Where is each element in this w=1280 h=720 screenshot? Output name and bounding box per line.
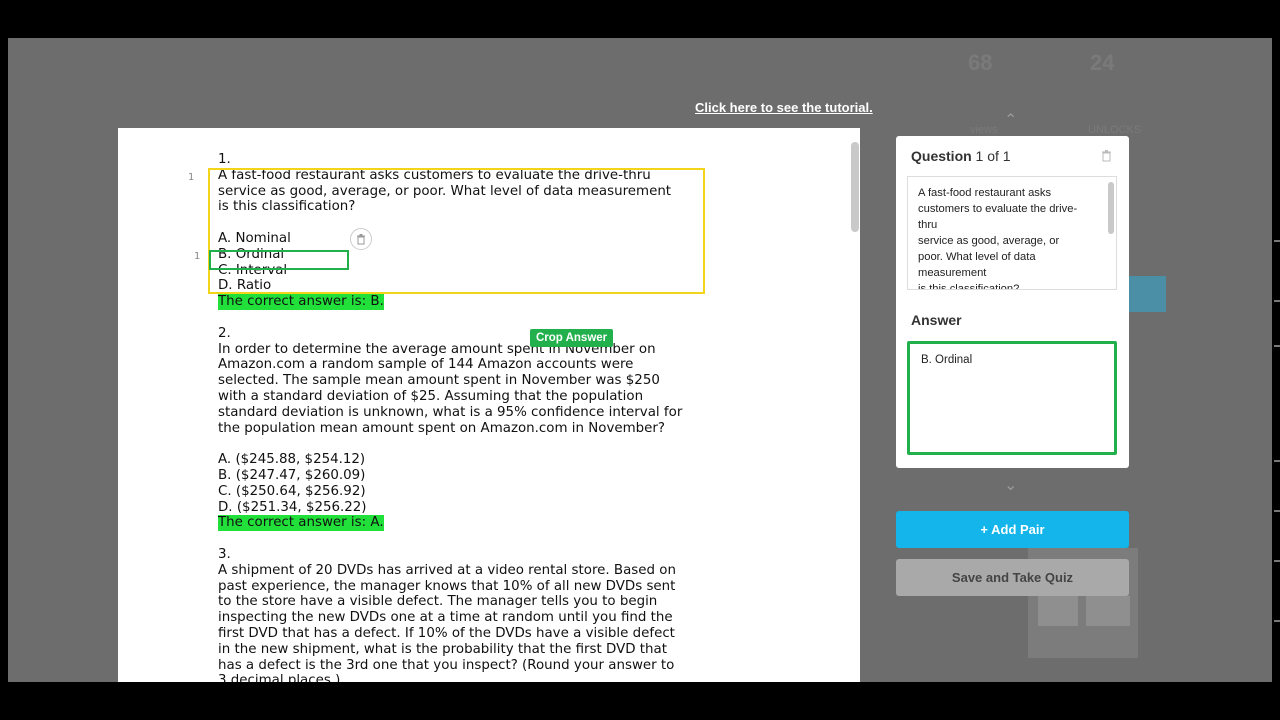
answer-crop-box[interactable] (209, 250, 349, 270)
right-edge (1272, 38, 1280, 682)
q1-correct-answer: The correct answer is: B. (218, 294, 384, 310)
document-scrollbar[interactable] (851, 142, 859, 232)
save-and-take-quiz-button[interactable]: Save and Take Quiz (896, 559, 1129, 596)
page-backdrop: 68 24 views UNLOCKS Click here to see th… (8, 38, 1272, 682)
document-viewer[interactable]: 1 1 1. A fast-food restaurant asks custo… (118, 128, 860, 682)
tutorial-link[interactable]: Click here to see the tutorial. (695, 100, 873, 115)
q3-line: to the store have a visible defect. The … (218, 594, 658, 610)
q2-line: standard deviation is unknown, what is a… (218, 404, 683, 420)
chevron-up-icon[interactable]: ⌃ (1004, 110, 1017, 130)
q2-line: Amazon.com a random sample of 144 Amazon… (218, 357, 634, 373)
question-scrollbar[interactable] (1108, 182, 1114, 234)
q3-line: in the new shipment, what is the probabi… (218, 641, 667, 657)
trash-icon (1102, 150, 1111, 162)
q2-option: C. ($250.64, $256.92) (218, 483, 366, 499)
answer-value: B. Ordinal (921, 354, 973, 366)
panel-title: Question 1 of 1 (911, 148, 1011, 164)
q3-line: past experience, the manager knows that … (218, 578, 676, 594)
answer-textarea[interactable]: B. Ordinal (907, 341, 1117, 455)
q2-option: B. ($247.47, $260.09) (218, 467, 366, 483)
line-marker: 1 (194, 251, 201, 262)
q2-correct-answer: The correct answer is: A. (218, 515, 384, 532)
line-marker: 1 (188, 172, 195, 183)
q3-number: 3. (218, 546, 231, 562)
question-panel: Question 1 of 1 A fast-food restaurant a… (896, 136, 1129, 468)
q3-line: has a defect is the 3rd one that you ins… (218, 657, 675, 673)
q2-number: 2. (218, 325, 231, 341)
q2-option: A. ($245.88, $254.12) (218, 452, 366, 468)
q2-line: In order to determine the average amount… (218, 341, 656, 357)
bg-stat-unlocks-label: UNLOCKS (1088, 124, 1142, 136)
q3-line: inspecting the new DVDs one at a time at… (218, 610, 673, 626)
q2-option: D. ($251.34, $256.22) (218, 499, 367, 515)
add-pair-button[interactable]: + Add Pair (896, 511, 1129, 548)
question-crop-box[interactable] (208, 168, 705, 294)
delete-question-button[interactable] (1101, 149, 1112, 167)
bg-stat-views: 68 (968, 50, 993, 75)
q3-line: 3 decimal places.) (218, 673, 341, 682)
bg-stat-unlocks: 24 (1090, 50, 1115, 75)
q2-line: the population mean amount spent on Amaz… (218, 420, 666, 436)
q1-number: 1. (218, 152, 231, 167)
delete-crop-button[interactable] (350, 228, 372, 250)
background-button (1129, 276, 1166, 312)
q3-line: A shipment of 20 DVDs has arrived at a v… (218, 562, 676, 578)
q3-line: first DVD that has a defect. If 10% of t… (218, 625, 675, 641)
answer-label: Answer (911, 312, 962, 328)
crop-answer-tag[interactable]: Crop Answer (530, 329, 614, 347)
q2-line: with a standard deviation of $25. Assumi… (218, 388, 644, 404)
trash-icon (357, 234, 365, 245)
question-textarea[interactable]: A fast-food restaurant asks customers to… (907, 176, 1117, 290)
question-text: A fast-food restaurant asks customers to… (918, 187, 1078, 290)
chevron-down-icon[interactable]: ⌄ (1004, 475, 1017, 495)
bg-stat-views-label: views (970, 124, 998, 136)
q2-line: selected. The sample mean amount spent i… (218, 373, 660, 389)
